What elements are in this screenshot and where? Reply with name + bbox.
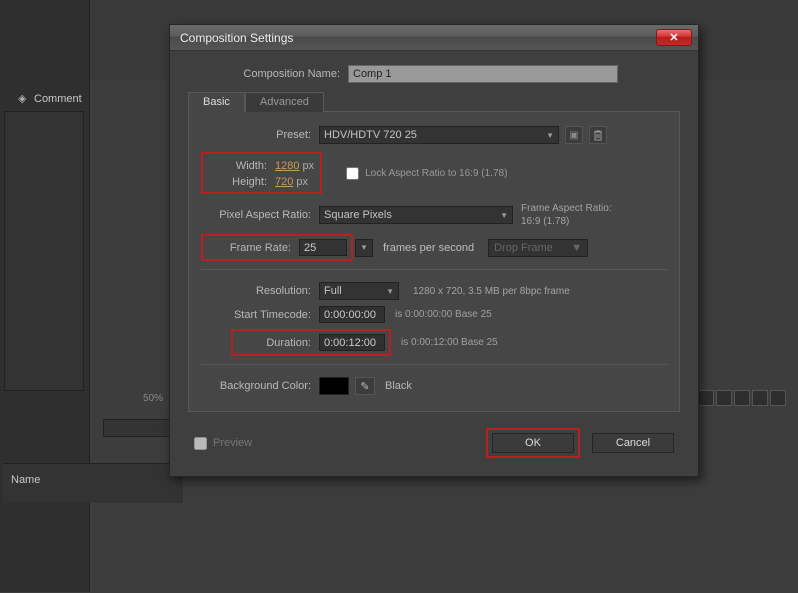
chevron-down-icon: ▼ — [571, 242, 582, 254]
chevron-down-icon: ▼ — [500, 211, 508, 220]
width-unit: px — [302, 160, 314, 172]
duration-label: Duration: — [237, 337, 319, 349]
pixel-aspect-value: Square Pixels — [324, 209, 392, 221]
background-color-label: Background Color: — [201, 380, 319, 392]
composition-name-input[interactable] — [348, 65, 618, 83]
trash-icon — [593, 130, 603, 141]
dimensions-highlight: Width: 1280 px Height: 720 px — [201, 152, 322, 194]
tag-icon: ◈ — [18, 92, 26, 105]
chevron-down-icon: ▼ — [386, 287, 394, 296]
height-input[interactable]: 720 — [275, 176, 293, 188]
tab-advanced[interactable]: Advanced — [245, 92, 324, 112]
project-panel — [4, 111, 84, 391]
resolution-label: Resolution: — [201, 285, 319, 297]
tool-icon[interactable] — [734, 390, 750, 406]
tool-icon[interactable] — [716, 390, 732, 406]
dialog-titlebar[interactable]: Composition Settings ✕ — [170, 25, 698, 51]
preset-value: HDV/HDTV 720 25 — [324, 129, 417, 141]
separator — [201, 364, 667, 365]
background-color-name: Black — [385, 380, 412, 392]
tabs: Basic Advanced — [188, 91, 680, 112]
duration-input[interactable] — [319, 334, 385, 351]
start-timecode-label: Start Timecode: — [201, 309, 319, 321]
frame-rate-highlight: Frame Rate: — [201, 234, 353, 261]
close-button[interactable]: ✕ — [656, 29, 692, 46]
mini-panel — [103, 419, 175, 437]
ok-highlight: OK — [486, 428, 580, 458]
tool-icon[interactable] — [770, 390, 786, 406]
duration-desc: is 0:00:12:00 Base 25 — [401, 337, 498, 348]
tab-content: Preset: HDV/HDTV 720 25 ▼ ▣ Width: 1280 … — [188, 112, 680, 412]
start-timecode-input[interactable] — [319, 306, 385, 323]
tab-basic[interactable]: Basic — [188, 92, 245, 112]
composition-settings-dialog: Composition Settings ✕ Composition Name:… — [169, 24, 699, 477]
resolution-desc: 1280 x 720, 3.5 MB per 8bpc frame — [413, 286, 570, 297]
resolution-select[interactable]: Full ▼ — [319, 282, 399, 300]
preset-select[interactable]: HDV/HDTV 720 25 ▼ — [319, 126, 559, 144]
lock-aspect-checkbox[interactable] — [346, 167, 359, 180]
composition-name-label: Composition Name: — [188, 68, 348, 80]
save-preset-button[interactable]: ▣ — [565, 126, 583, 144]
dialog-title: Composition Settings — [176, 31, 656, 45]
lock-aspect-label: Lock Aspect Ratio to 16:9 (1.78) — [365, 168, 507, 179]
chevron-down-icon: ▼ — [546, 131, 554, 140]
frame-aspect-info: Frame Aspect Ratio:16:9 (1.78) — [521, 202, 612, 228]
eyedropper-button[interactable]: ✎ — [355, 377, 375, 395]
drop-frame-value: Drop Frame — [494, 242, 553, 254]
width-input[interactable]: 1280 — [275, 160, 299, 172]
tool-icon[interactable] — [698, 390, 714, 406]
cancel-button[interactable]: Cancel — [592, 433, 674, 453]
frame-rate-input[interactable] — [299, 239, 347, 256]
background-color-swatch[interactable] — [319, 377, 349, 395]
timeline-name-column: Name — [3, 463, 183, 503]
zoom-level[interactable]: 50% — [143, 393, 163, 404]
eyedropper-icon: ✎ — [360, 380, 369, 393]
fps-suffix: frames per second — [383, 242, 474, 254]
start-timecode-desc: is 0:00:00:00 Base 25 — [395, 309, 492, 320]
preview-checkbox — [194, 437, 207, 450]
preset-label: Preset: — [201, 129, 319, 141]
delete-preset-button[interactable] — [589, 126, 607, 144]
pixel-aspect-label: Pixel Aspect Ratio: — [201, 209, 319, 221]
pixel-aspect-select[interactable]: Square Pixels ▼ — [319, 206, 513, 224]
comment-column-header: Comment — [34, 93, 82, 105]
height-label: Height: — [209, 176, 275, 188]
ok-button[interactable]: OK — [492, 433, 574, 453]
tool-icon[interactable] — [752, 390, 768, 406]
duration-highlight: Duration: — [231, 329, 391, 356]
frame-rate-label: Frame Rate: — [207, 242, 299, 254]
separator — [201, 269, 667, 270]
width-label: Width: — [209, 160, 275, 172]
drop-frame-select: Drop Frame ▼ — [488, 239, 588, 257]
chevron-down-icon: ▼ — [360, 243, 368, 252]
close-icon: ✕ — [669, 31, 678, 44]
height-unit: px — [296, 176, 308, 188]
frame-rate-dropdown-toggle[interactable]: ▼ — [355, 239, 373, 257]
resolution-value: Full — [324, 285, 342, 297]
preview-label: Preview — [213, 437, 252, 449]
